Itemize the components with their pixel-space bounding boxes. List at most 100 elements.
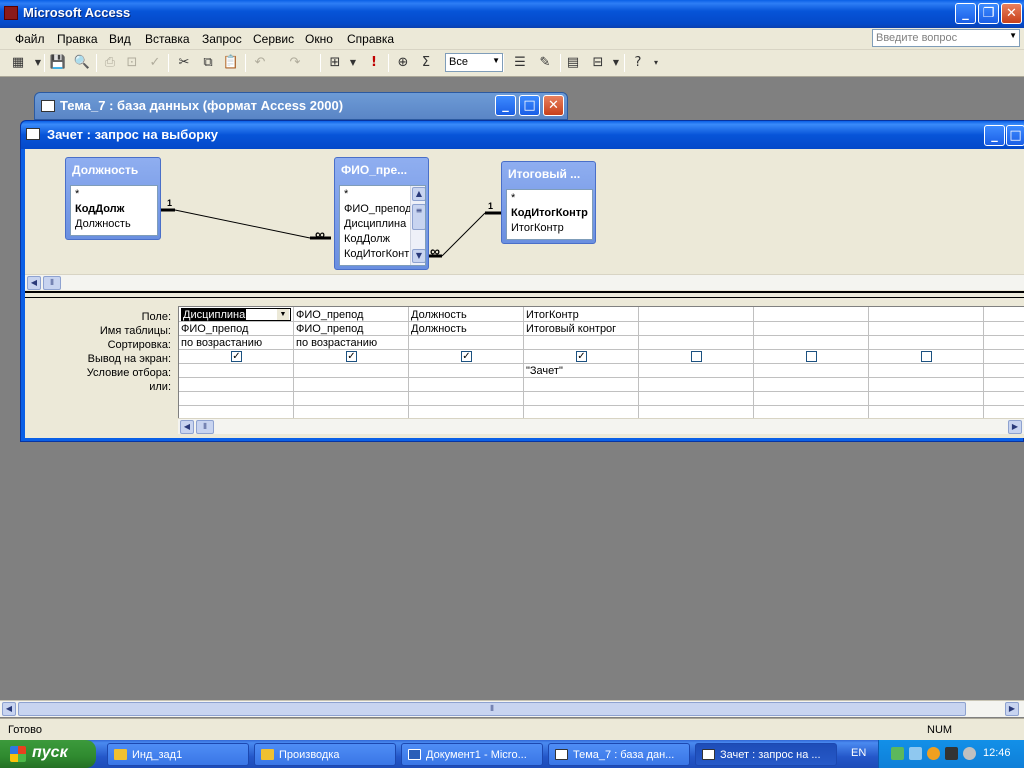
scroll-left-icon[interactable]: ◀ bbox=[27, 276, 41, 290]
new-object-dropdown-icon[interactable]: ▼ bbox=[606, 54, 626, 72]
field-cell[interactable]: ИтогКонтр bbox=[526, 309, 579, 321]
grid-column[interactable] bbox=[869, 307, 984, 418]
table-itogovyi[interactable]: Итоговый ... * КодИтогКонтр ИтогКонтр bbox=[501, 161, 596, 244]
grid-horizontal-scrollbar[interactable]: ◀ ⦀ ▶ bbox=[178, 418, 1024, 434]
database-window[interactable]: Тема_7 : база данных (формат Access 2000… bbox=[34, 92, 568, 120]
tray-volume-icon[interactable] bbox=[963, 747, 976, 760]
access-app-icon[interactable] bbox=[4, 6, 18, 20]
redo-icon[interactable]: ↷ bbox=[285, 54, 305, 72]
grid-column[interactable]: ИтогКонтр Итоговый контрог ✓ "Зачет" bbox=[524, 307, 639, 418]
run-icon[interactable]: ! bbox=[364, 54, 384, 72]
close-button[interactable]: ✕ bbox=[1001, 3, 1022, 24]
menu-view[interactable]: Вид bbox=[109, 32, 131, 46]
field-item[interactable]: КодДолж bbox=[344, 233, 390, 245]
menu-help[interactable]: Справка bbox=[347, 32, 394, 46]
paste-icon[interactable]: 📋 bbox=[221, 54, 241, 72]
properties-icon[interactable]: ☰ bbox=[510, 54, 530, 72]
tray-app-icon[interactable] bbox=[945, 747, 958, 760]
show-checkbox[interactable]: ✓ bbox=[346, 351, 357, 362]
scroll-left-icon[interactable]: ◀ bbox=[180, 420, 194, 434]
menu-edit[interactable]: Правка bbox=[57, 32, 98, 46]
query-window-title-bar[interactable]: Зачет : запрос на выборку _ □ bbox=[21, 121, 1024, 149]
scroll-right-icon[interactable]: ▶ bbox=[1005, 702, 1019, 716]
field-combo[interactable]: Дисциплина ▼ bbox=[181, 308, 291, 321]
chevron-down-icon[interactable]: ▼ bbox=[492, 56, 500, 65]
query-type-icon[interactable]: ⊞ bbox=[325, 54, 345, 72]
scroll-right-icon[interactable]: ▶ bbox=[1008, 420, 1022, 434]
db-close-button[interactable]: ✕ bbox=[543, 95, 564, 116]
menu-tools[interactable]: Сервис bbox=[253, 32, 294, 46]
db-maximize-button[interactable]: □ bbox=[519, 95, 540, 116]
build-icon[interactable]: ✎ bbox=[535, 54, 555, 72]
menu-file[interactable]: Файл bbox=[15, 32, 45, 46]
table-dolzhnost[interactable]: Должность * КодДолж Должность bbox=[65, 157, 161, 240]
restore-button[interactable]: ❐ bbox=[978, 3, 999, 24]
top-values-select[interactable]: Все ▼ bbox=[445, 53, 503, 72]
show-checkbox[interactable] bbox=[921, 351, 932, 362]
cut-icon[interactable]: ✂ bbox=[174, 54, 194, 72]
field-item[interactable]: * bbox=[344, 188, 348, 200]
field-item[interactable]: Дисциплина bbox=[344, 218, 406, 230]
app-title-bar[interactable]: Microsoft Access _ ❐ ✕ bbox=[0, 0, 1024, 28]
language-indicator[interactable]: EN bbox=[851, 747, 866, 759]
chevron-down-icon[interactable]: ▼ bbox=[277, 309, 289, 320]
task-button[interactable]: Документ1 - Micro... bbox=[401, 743, 543, 766]
totals-icon[interactable]: Σ bbox=[416, 54, 436, 72]
print-preview-icon[interactable]: ⊡ bbox=[122, 54, 142, 72]
search-icon[interactable]: 🔍 bbox=[72, 54, 92, 72]
tray-antivirus-icon[interactable] bbox=[927, 747, 940, 760]
table-dolzhnost-field-list[interactable]: * КодДолж Должность bbox=[70, 185, 158, 236]
table-cell[interactable]: ФИО_препод bbox=[181, 323, 248, 335]
field-item[interactable]: КодИтогКонт bbox=[344, 248, 410, 260]
menu-query[interactable]: Запрос bbox=[202, 32, 242, 46]
print-icon[interactable]: ⎙ bbox=[100, 54, 120, 72]
query-type-dropdown-icon[interactable]: ▼ bbox=[343, 54, 363, 72]
database-window-icon[interactable]: ▤ bbox=[563, 54, 583, 72]
chevron-down-icon[interactable]: ▼ bbox=[1009, 31, 1017, 40]
grid-column[interactable] bbox=[984, 307, 1024, 418]
query-design-grid[interactable]: Дисциплина ▼ ФИО_препод по возрастанию ✓… bbox=[178, 306, 1024, 418]
show-checkbox[interactable]: ✓ bbox=[576, 351, 587, 362]
workspace-horizontal-scrollbar[interactable]: ◀ ⦀ ▶ bbox=[0, 700, 1024, 717]
tray-network-icon[interactable] bbox=[891, 747, 904, 760]
show-checkbox[interactable] bbox=[691, 351, 702, 362]
query-minimize-button[interactable]: _ bbox=[984, 125, 1005, 146]
view-icon[interactable]: ▦ bbox=[8, 54, 28, 72]
scroll-thumb[interactable]: ⦀ bbox=[18, 702, 966, 716]
start-button[interactable]: пуск bbox=[0, 740, 96, 768]
field-list-scrollbar[interactable]: ▲ ≡ ▼ bbox=[410, 186, 425, 265]
show-checkbox[interactable]: ✓ bbox=[461, 351, 472, 362]
scroll-left-icon[interactable]: ◀ bbox=[2, 702, 16, 716]
task-button[interactable]: Производка bbox=[254, 743, 396, 766]
copy-icon[interactable]: ⧉ bbox=[198, 54, 218, 72]
field-item[interactable]: * bbox=[75, 188, 79, 200]
sort-cell[interactable]: по возрастанию bbox=[181, 337, 262, 349]
task-button[interactable]: Инд_зад1 bbox=[107, 743, 249, 766]
db-minimize-button[interactable]: _ bbox=[495, 95, 516, 116]
grid-column[interactable]: Должность Должность ✓ bbox=[409, 307, 524, 418]
field-cell[interactable]: ФИО_препод bbox=[296, 309, 363, 321]
grid-column[interactable]: ФИО_препод ФИО_препод по возрастанию ✓ bbox=[294, 307, 409, 418]
table-cell[interactable]: Должность bbox=[411, 323, 467, 335]
spelling-icon[interactable]: ✓ bbox=[145, 54, 165, 72]
field-item[interactable]: ИтогКонтр bbox=[511, 222, 564, 234]
field-cell[interactable]: Должность bbox=[411, 309, 467, 321]
menu-insert[interactable]: Вставка bbox=[145, 32, 190, 46]
scroll-up-icon[interactable]: ▲ bbox=[412, 187, 425, 201]
table-cell[interactable]: ФИО_препод bbox=[296, 323, 363, 335]
field-item[interactable]: КодИтогКонтр bbox=[511, 207, 588, 219]
show-table-icon[interactable]: ⊕ bbox=[393, 54, 413, 72]
table-fio-prepod-field-list[interactable]: * ФИО_препод Дисциплина КодДолж КодИтогК… bbox=[339, 185, 426, 266]
table-itogovyi-field-list[interactable]: * КодИтогКонтр ИтогКонтр bbox=[506, 189, 593, 240]
ask-question-input[interactable]: Введите вопрос ▼ bbox=[872, 29, 1020, 47]
scroll-thumb[interactable]: ⦀ bbox=[43, 276, 61, 290]
field-item[interactable]: КодДолж bbox=[75, 203, 124, 215]
scroll-down-icon[interactable]: ▼ bbox=[412, 249, 425, 263]
show-checkbox[interactable] bbox=[806, 351, 817, 362]
table-fio-prepod[interactable]: ФИО_пре... * ФИО_препод Дисциплина КодДо… bbox=[334, 157, 429, 270]
grid-column[interactable]: Дисциплина ▼ ФИО_препод по возрастанию ✓ bbox=[179, 307, 294, 418]
grid-column[interactable] bbox=[639, 307, 754, 418]
query-maximize-button[interactable]: □ bbox=[1006, 125, 1024, 146]
pane-splitter[interactable] bbox=[25, 291, 1024, 298]
view-dropdown-icon[interactable]: ▼ bbox=[28, 54, 48, 72]
